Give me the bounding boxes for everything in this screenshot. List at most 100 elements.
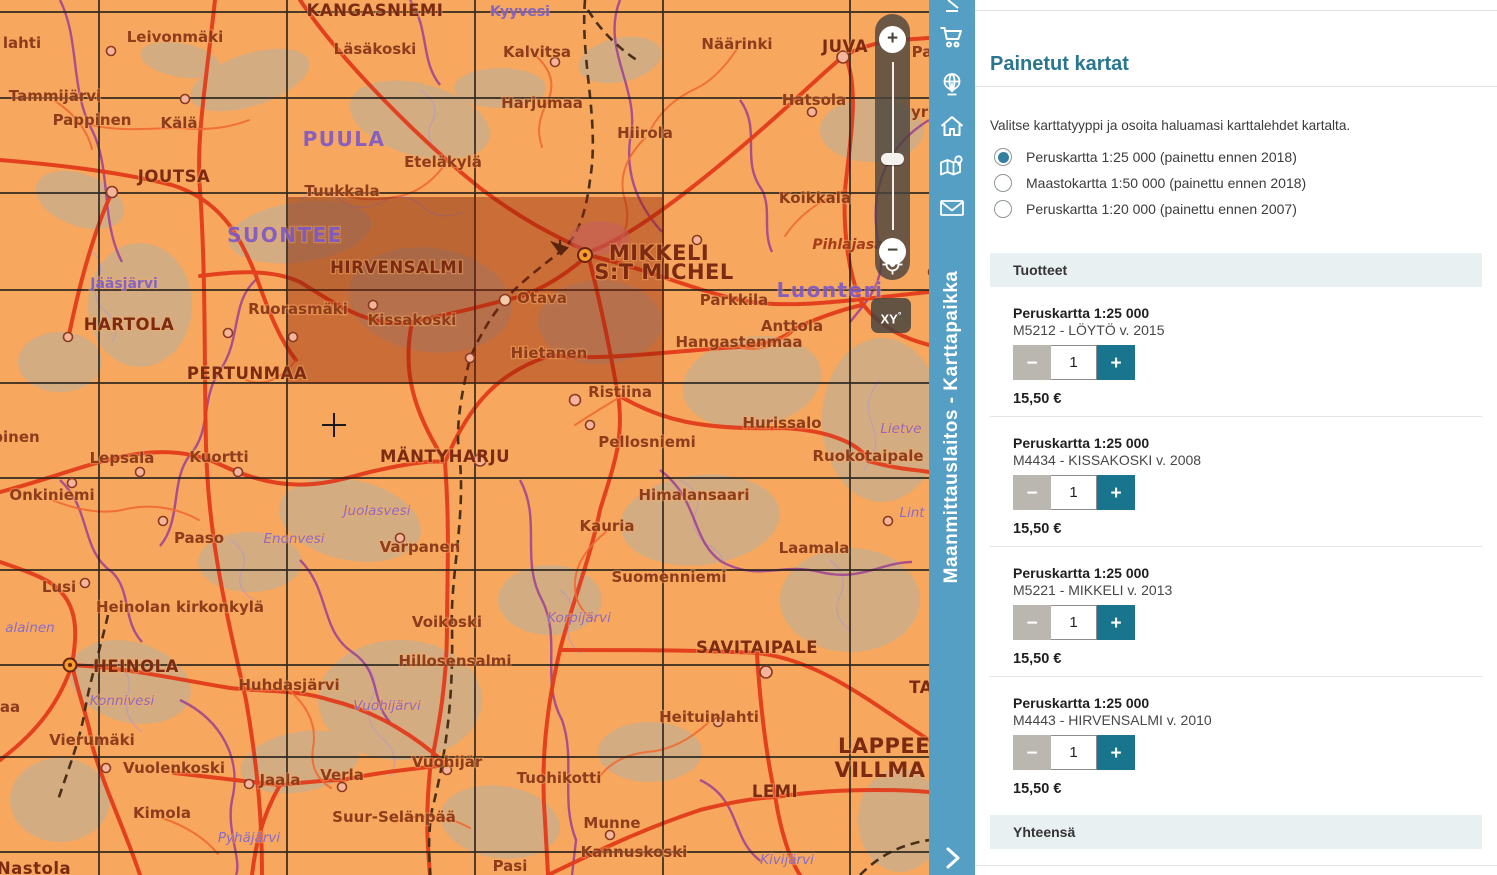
zoom-slider-handle[interactable] — [881, 153, 904, 165]
map-place-label: Kauria — [579, 517, 634, 535]
quantity-input[interactable] — [1051, 605, 1097, 640]
zoom-slider-track[interactable] — [892, 62, 894, 230]
product-item: Peruskartta 1:25 000 M5212 - LÖYTÖ v. 20… — [990, 287, 1482, 417]
map-place-label: Vuohijär — [412, 753, 483, 771]
map-place-label: Verla — [320, 766, 364, 784]
quantity-input[interactable] — [1051, 475, 1097, 510]
map-place-label: aa — [0, 698, 20, 716]
map-place-label: HIRVENSALMI — [330, 258, 464, 277]
app-sidebar: Maanmittauslaitos - Karttapaikka — [929, 0, 975, 875]
map-type-option-2[interactable]: Peruskartta 1:20 000 (painettu ennen 200… — [990, 196, 1482, 222]
expand-panel-chevron-icon[interactable] — [939, 845, 965, 871]
map-place-label: Korpijärvi — [547, 610, 611, 626]
product-price: 15,50 € — [1013, 651, 1482, 668]
product-name: Peruskartta 1:25 000 — [1013, 435, 1482, 452]
map-place-label: Parkkila — [700, 291, 768, 309]
map-place-label: Lepsala — [90, 449, 155, 467]
map-place-label: Pa — [912, 43, 929, 61]
geolocate-button[interactable] — [880, 252, 905, 277]
map-location-icon[interactable] — [938, 153, 966, 181]
product-item: Peruskartta 1:25 000 M4443 - HIRVENSALMI… — [990, 677, 1482, 806]
map-place-label: Nastola — [0, 859, 71, 875]
map-place-label: S:T MICHEL — [594, 260, 734, 284]
map-place-label: MÄNTYHARJU — [380, 447, 510, 466]
map-place-label: PUULA — [303, 127, 386, 151]
map-canvas[interactable]: KANGASNIEMIKyyvesilahtiLeivonmäkiLäsäkos… — [0, 0, 929, 875]
crosshair-locate-icon — [883, 255, 903, 275]
zoom-in-button[interactable]: + — [879, 26, 906, 53]
mail-icon[interactable] — [938, 194, 966, 222]
map-place-label: Huhdasjärvi — [238, 676, 339, 694]
topographic-map[interactable]: KANGASNIEMIKyyvesilahtiLeivonmäkiLäsäkos… — [0, 0, 929, 875]
map-place-label: Varpanen — [380, 538, 461, 556]
map-place-label: Tuukkala — [304, 182, 379, 200]
product-name: Peruskartta 1:25 000 — [1013, 695, 1482, 712]
map-place-label: Jääsjärvi — [89, 276, 158, 292]
map-place-label: LEMI — [752, 782, 798, 801]
map-place-label: pinen — [0, 428, 40, 446]
products-header: Tuotteet — [990, 253, 1482, 287]
map-type-radio[interactable] — [994, 174, 1012, 192]
map-place-label: Pellosniemi — [598, 433, 695, 451]
home-icon[interactable] — [938, 112, 966, 140]
map-place-label: Hangastenmaa — [675, 333, 802, 351]
map-place-label: JUVA — [821, 37, 868, 56]
xy-coordinates-button[interactable]: XY° — [871, 298, 911, 333]
map-place-label: Kissakoski — [368, 311, 457, 329]
quantity-decrease-button[interactable]: − — [1013, 345, 1051, 380]
map-type-radio[interactable] — [994, 148, 1012, 166]
map-place-label: Hillosensalmi — [398, 652, 511, 670]
quantity-decrease-button[interactable]: − — [1013, 735, 1051, 770]
map-place-label: Näärinki — [701, 35, 772, 53]
quantity-increase-button[interactable]: + — [1097, 735, 1135, 770]
map-place-label: Hietanen — [511, 344, 588, 362]
printed-maps-panel: Painetut kartat Valitse karttatyyppi ja … — [975, 0, 1497, 875]
map-place-label: Kuortti — [189, 448, 248, 466]
map-place-label: Pappinen — [53, 111, 132, 129]
map-type-option-0[interactable]: Peruskartta 1:25 000 (painettu ennen 201… — [990, 144, 1482, 170]
map-place-label: TA — [909, 678, 929, 697]
map-place-label: yrs — [911, 103, 929, 121]
quantity-stepper: − + — [1013, 475, 1136, 510]
map-place-label: JOUTSA — [137, 167, 210, 186]
city-marker-heinola — [64, 659, 77, 672]
map-place-label: Hiirola — [617, 124, 673, 142]
map-type-label: Peruskartta 1:25 000 (painettu ennen 201… — [1026, 149, 1297, 165]
map-place-label: Läsäkoski — [334, 40, 417, 58]
map-place-label: lahti — [3, 34, 41, 52]
globe-download-icon[interactable] — [938, 70, 966, 98]
map-type-radio[interactable] — [994, 200, 1012, 218]
quantity-increase-button[interactable]: + — [1097, 345, 1135, 380]
cart-icon[interactable] — [938, 23, 966, 51]
instruction-text: Valitse karttatyyppi ja osoita haluamasi… — [990, 118, 1482, 134]
map-place-label: SAVITAIPALE — [696, 638, 818, 657]
quantity-input[interactable] — [1051, 735, 1097, 770]
map-type-option-1[interactable]: Maastokartta 1:50 000 (painettu ennen 20… — [990, 170, 1482, 196]
product-item: Peruskartta 1:25 000 M5221 - MIKKELI v. … — [990, 547, 1482, 677]
map-place-label: Leivonmäki — [127, 28, 224, 46]
map-place-label: Pihlajasa — [812, 237, 883, 253]
map-place-label: Ristiina — [588, 383, 652, 401]
map-place-label: Juolasvesi — [341, 503, 411, 519]
selected-sheets-overlay[interactable] — [287, 197, 663, 383]
product-sheet: M5221 - MIKKELI v. 2013 — [1013, 582, 1482, 599]
map-place-label: Lietve — [880, 421, 921, 437]
map-place-label: Tuohikotti — [517, 769, 602, 787]
map-place-label: Onkiniemi — [9, 486, 94, 504]
map-place-label: Pasi — [493, 857, 528, 875]
page-title: Painetut kartat — [990, 53, 1482, 76]
map-place-label: Hatsola — [782, 91, 846, 109]
partial-top-icon[interactable] — [938, 0, 966, 14]
product-name: Peruskartta 1:25 000 — [1013, 565, 1482, 582]
panel-header: Painetut kartat — [975, 11, 1497, 87]
product-price: 15,50 € — [1013, 521, 1482, 538]
quantity-increase-button[interactable]: + — [1097, 605, 1135, 640]
quantity-decrease-button[interactable]: − — [1013, 475, 1051, 510]
map-type-radio-group: Peruskartta 1:25 000 (painettu ennen 201… — [990, 144, 1482, 222]
map-place-label: Koikkala — [779, 189, 851, 207]
quantity-increase-button[interactable]: + — [1097, 475, 1135, 510]
map-place-label: Tammijärvi — [9, 87, 101, 105]
quantity-input[interactable] — [1051, 345, 1097, 380]
quantity-decrease-button[interactable]: − — [1013, 605, 1051, 640]
map-place-label: Kyyvesi — [490, 4, 550, 20]
